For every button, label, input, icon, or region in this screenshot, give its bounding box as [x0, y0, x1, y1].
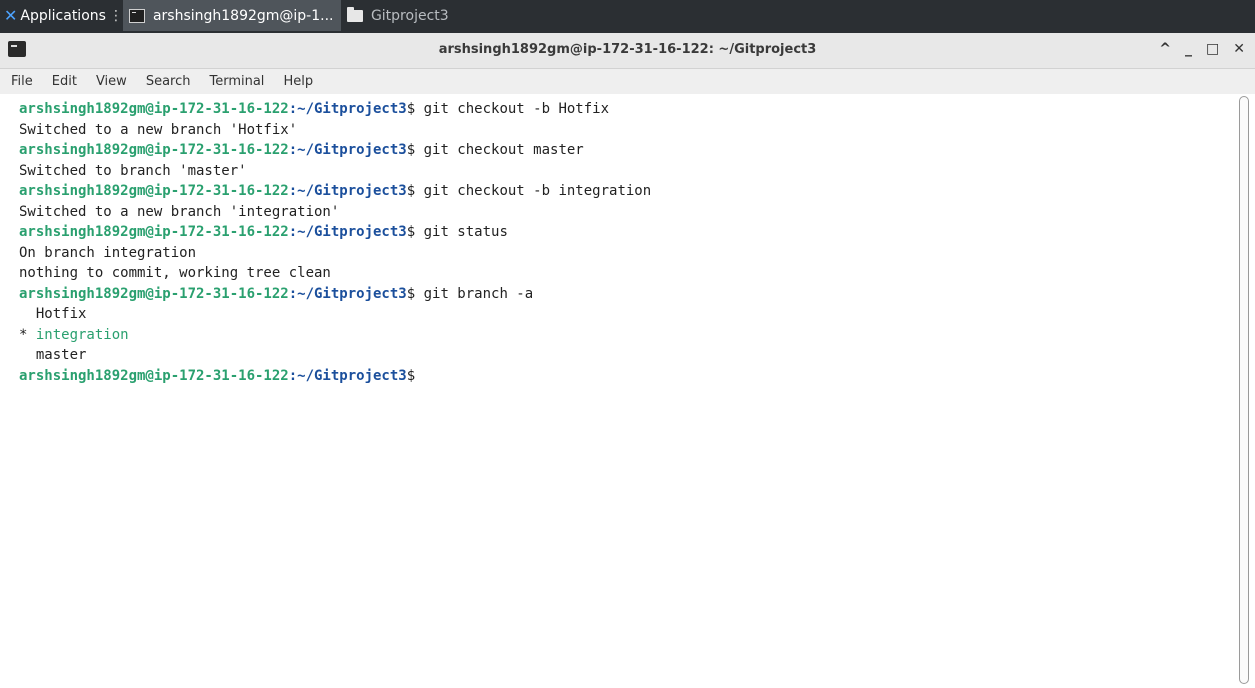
menu-search[interactable]: Search — [134, 74, 198, 89]
prompt-path: :~/Gitproject3 — [288, 101, 407, 117]
window-title: arshsingh1892gm@ip-172-31-16-122: ~/Gitp… — [438, 42, 817, 57]
prompt-path: :~/Gitproject3 — [288, 224, 407, 240]
maximize-button[interactable]: □ — [1206, 41, 1219, 57]
terminal-line: arshsingh1892gm@ip-172-31-16-122:~/Gitpr… — [19, 222, 1235, 243]
terminal-line: On branch integration — [19, 244, 197, 261]
prompt-user: arshsingh1892gm@ip-172-31-16-122 — [19, 285, 289, 302]
terminal-line: Hotfix — [19, 306, 87, 322]
minimize-button[interactable]: _ — [1185, 41, 1192, 57]
prompt-path: :~/Gitproject3 — [288, 183, 407, 199]
terminal-line: master — [19, 347, 87, 363]
menu-dots-icon: ⋮ — [108, 7, 123, 24]
taskbar: ✕ Applications ⋮ arshsingh1892gm@ip-1...… — [0, 0, 1255, 33]
close-button[interactable]: ✕ — [1233, 41, 1245, 57]
menu-bar: File Edit View Search Terminal Help — [0, 69, 1255, 94]
terminal-line: arshsingh1892gm@ip-172-31-16-122:~/Gitpr… — [19, 99, 1235, 120]
terminal-line: Switched to a new branch 'Hotfix' — [19, 121, 298, 138]
window-titlebar[interactable]: arshsingh1892gm@ip-172-31-16-122: ~/Gitp… — [0, 33, 1255, 69]
command-text: $ git checkout -b Hotfix — [406, 101, 610, 117]
prompt-user: arshsingh1892gm@ip-172-31-16-122 — [19, 183, 289, 199]
menu-help[interactable]: Help — [271, 74, 320, 89]
command-text: $ git checkout master — [406, 142, 584, 158]
terminal-scrollbar[interactable] — [1239, 96, 1249, 684]
menu-file[interactable]: File — [0, 74, 40, 89]
applications-menu[interactable]: ✕ Applications ⋮ — [0, 0, 123, 31]
folder-icon — [346, 6, 363, 22]
window-controls: ^ _ □ ✕ — [1159, 41, 1245, 57]
prompt-user: arshsingh1892gm@ip-172-31-16-122 — [19, 142, 289, 158]
command-text: $ git status — [406, 224, 508, 240]
prompt-path: :~/Gitproject3 — [288, 367, 407, 384]
terminal-icon — [128, 8, 145, 23]
current-branch: integration — [35, 326, 129, 343]
terminal-output: arshsingh1892gm@ip-172-31-16-122:~/Gitpr… — [19, 99, 1235, 386]
prompt-path: :~/Gitproject3 — [288, 285, 407, 302]
prompt-user: arshsingh1892gm@ip-172-31-16-122 — [19, 224, 289, 240]
menu-view[interactable]: View — [84, 74, 134, 89]
terminal-line: arshsingh1892gm@ip-172-31-16-122:~/Gitpr… — [19, 284, 1235, 305]
command-text: $ git branch -a — [406, 285, 534, 302]
xfce-logo-icon: ✕ — [4, 6, 18, 25]
applications-label: Applications — [20, 7, 106, 24]
terminal-line: nothing to commit, working tree clean — [19, 265, 331, 281]
terminal-line: Switched to a new branch 'integration' — [19, 203, 340, 220]
menu-edit[interactable]: Edit — [40, 74, 84, 89]
terminal-line: arshsingh1892gm@ip-172-31-16-122:~/Gitpr… — [19, 140, 1235, 161]
prompt-user: arshsingh1892gm@ip-172-31-16-122 — [19, 101, 289, 117]
current-branch-marker: * — [19, 326, 36, 343]
terminal-line: arshsingh1892gm@ip-172-31-16-122:~/Gitpr… — [19, 366, 1235, 387]
taskbar-tab-terminal[interactable]: arshsingh1892gm@ip-1... — [122, 0, 341, 31]
taskbar-tab-label: arshsingh1892gm@ip-1... — [152, 7, 334, 24]
taskbar-tab-label: Gitproject3 — [370, 7, 449, 24]
terminal-line: * integration — [19, 325, 1235, 346]
terminal-area[interactable]: arshsingh1892gm@ip-172-31-16-122:~/Gitpr… — [0, 94, 1255, 688]
prompt-user: arshsingh1892gm@ip-172-31-16-122 — [19, 367, 289, 384]
prompt-path: :~/Gitproject3 — [288, 142, 407, 158]
command-text: $ — [406, 367, 416, 384]
maximize-up-icon[interactable]: ^ — [1159, 41, 1171, 57]
terminal-line: arshsingh1892gm@ip-172-31-16-122:~/Gitpr… — [19, 181, 1235, 202]
menu-terminal[interactable]: Terminal — [197, 74, 271, 89]
taskbar-tab-folder[interactable]: Gitproject3 — [341, 0, 537, 31]
command-text: $ git checkout -b integration — [406, 183, 652, 199]
terminal-line: Switched to branch 'master' — [19, 162, 247, 179]
